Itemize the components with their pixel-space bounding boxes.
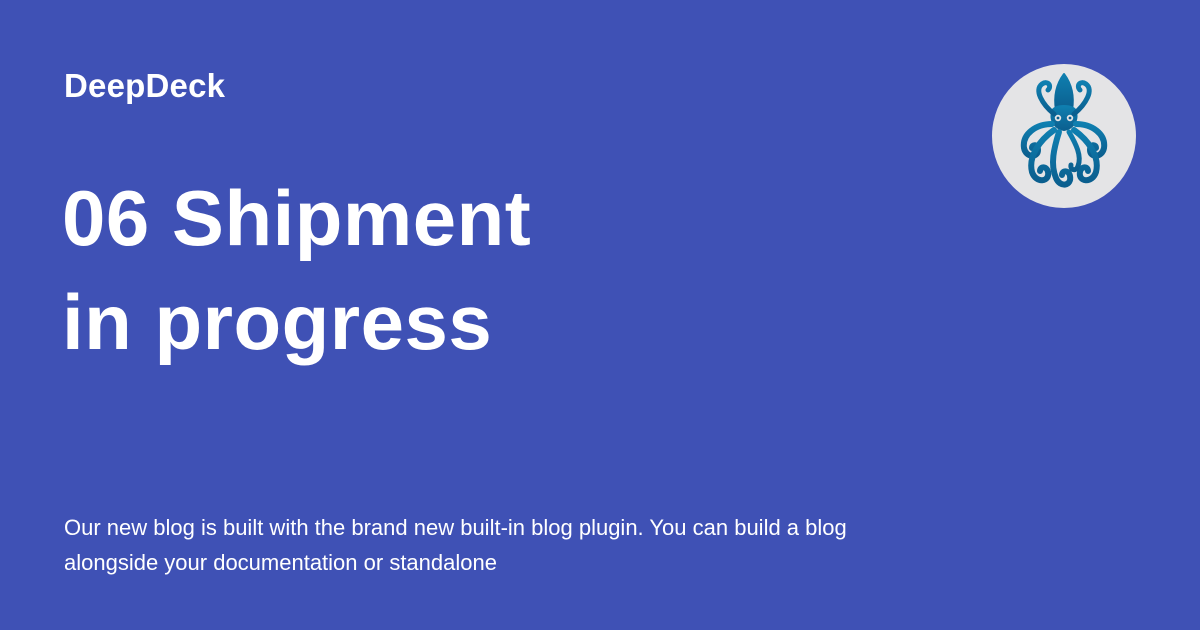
page-title-line-2: in progress <box>62 278 493 366</box>
site-name: DeepDeck <box>64 67 226 104</box>
page-description: Our new blog is built with the brand new… <box>64 515 847 575</box>
page-title: 06 Shipment in progress <box>62 166 942 374</box>
squid-icon <box>1020 73 1108 188</box>
social-card: DeepDeck 06 Shipment in progress Our new… <box>0 0 1200 630</box>
page-title-line-1: 06 Shipment <box>62 174 532 262</box>
logo <box>992 64 1136 208</box>
